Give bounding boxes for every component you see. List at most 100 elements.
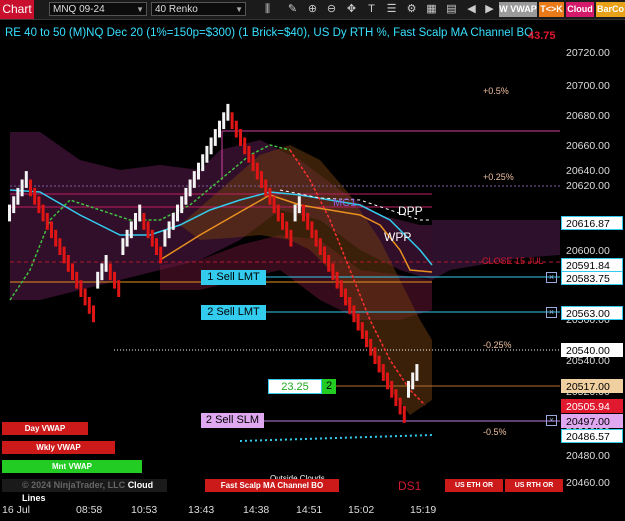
watermark: © 2024 NinjaTrader, LLC bbox=[22, 480, 126, 490]
price-axis[interactable]: 20720.00 20700.00 20680.00 20660.00 20640.00… bbox=[560, 20, 625, 490]
renko-brick bbox=[146, 221, 150, 239]
renko-brick bbox=[188, 179, 192, 197]
price-marker-label: 20517.00 bbox=[561, 379, 623, 393]
renko-brick bbox=[297, 196, 301, 214]
renko-brick bbox=[213, 129, 217, 146]
renko-brick bbox=[251, 154, 255, 172]
renko-brick bbox=[260, 171, 263, 188]
renko-brick bbox=[377, 355, 381, 373]
renko-brick bbox=[37, 196, 41, 214]
cancel-order-1-icon[interactable]: × bbox=[546, 272, 557, 283]
renko-brick bbox=[45, 213, 49, 230]
crosshair-icon[interactable]: ✥ bbox=[344, 2, 359, 17]
properties-icon[interactable]: ☰ bbox=[384, 2, 399, 17]
renko-brick bbox=[222, 112, 226, 130]
renko-brick bbox=[209, 137, 213, 155]
scroll-left-icon[interactable]: ◀ bbox=[464, 2, 479, 17]
renko-brick bbox=[197, 162, 200, 180]
us-rth-or-button[interactable]: US RTH OR bbox=[505, 479, 563, 492]
renko-brick bbox=[323, 246, 326, 264]
price-marker-label: 20583.75 bbox=[561, 271, 623, 285]
chart-menu-button[interactable]: Chart bbox=[0, 0, 34, 19]
wkly-vwap-button[interactable]: Wkly VWAP bbox=[2, 441, 115, 454]
w-vwap-button[interactable]: W VWAP bbox=[499, 2, 537, 17]
renko-brick bbox=[339, 280, 343, 297]
time-axis[interactable]: 16 Jul 08:58 10:53 13:43 14:38 14:51 15:02 15:1… bbox=[0, 498, 560, 521]
mnt-vwap-button[interactable]: Mnt VWAP bbox=[2, 460, 142, 473]
renko-brick bbox=[83, 288, 87, 306]
renko-brick bbox=[314, 229, 318, 247]
cancel-order-2-icon[interactable]: × bbox=[546, 307, 557, 318]
renko-brick bbox=[163, 229, 167, 247]
us-eth-or-button[interactable]: US ETH OR bbox=[445, 479, 503, 492]
price-marker-label: 20616.87 bbox=[561, 216, 623, 230]
barcolor-button[interactable]: BarCo bbox=[596, 2, 625, 17]
day-vwap-button[interactable]: Day VWAP bbox=[2, 422, 88, 435]
price-tick-label: 20700.00 bbox=[566, 80, 610, 92]
fast-scalp-button[interactable]: Fast Scalp MA Channel BO bbox=[205, 479, 339, 492]
templates-icon[interactable]: ▤ bbox=[444, 2, 459, 17]
zoom-out-icon[interactable]: ⊖ bbox=[324, 2, 339, 17]
renko-brick bbox=[226, 103, 230, 121]
cancel-order-3-icon[interactable]: × bbox=[546, 415, 557, 426]
renko-brick bbox=[62, 246, 66, 264]
renko-brick bbox=[100, 263, 104, 281]
time-tick-label: 08:58 bbox=[76, 504, 103, 516]
renko-brick bbox=[75, 271, 79, 289]
price-tick-label: 20600.00 bbox=[566, 245, 610, 257]
position-qty-tag[interactable]: 2 bbox=[322, 379, 336, 394]
renko-brick bbox=[398, 397, 402, 415]
renko-brick bbox=[155, 238, 158, 255]
renko-brick bbox=[205, 145, 209, 163]
renko-brick bbox=[125, 229, 129, 247]
text-tool-icon[interactable]: T bbox=[364, 2, 379, 17]
minus-025-label: -0.25% bbox=[483, 340, 512, 350]
cloud-lines-button[interactable]: © 2024 NinjaTrader, LLC Cloud Lines bbox=[2, 479, 167, 503]
time-tick-label: 15:19 bbox=[410, 504, 437, 516]
renko-brick bbox=[117, 280, 121, 297]
price-tick-label: 20460.00 bbox=[566, 477, 610, 489]
strategy-icon[interactable]: ⚙ bbox=[404, 2, 419, 17]
renko-brick bbox=[281, 213, 284, 230]
renko-brick bbox=[369, 338, 373, 356]
renko-brick bbox=[344, 288, 347, 306]
renko-brick bbox=[243, 137, 247, 155]
renko-brick bbox=[159, 246, 163, 264]
sell-limit-2-order[interactable]: 2 Sell LMT bbox=[201, 305, 266, 320]
price-marker-label: 20540.00 bbox=[561, 343, 623, 357]
data-series-icon[interactable]: ⫼ bbox=[260, 2, 275, 17]
close-15-jul-label: CLOSE 15 JUL bbox=[482, 256, 544, 266]
renko-brick bbox=[373, 347, 377, 365]
price-marker-label: 20563.00 bbox=[561, 306, 623, 320]
scroll-right-icon[interactable]: ▶ bbox=[482, 2, 497, 17]
renko-brick bbox=[289, 229, 293, 247]
price-marker-label: 20505.94 bbox=[561, 399, 623, 413]
sell-limit-1-order[interactable]: 1 Sell LMT bbox=[201, 270, 266, 285]
draw-tools-icon[interactable]: ✎ bbox=[285, 2, 300, 17]
renko-brick bbox=[306, 213, 310, 230]
renko-brick bbox=[218, 120, 221, 138]
renko-brick bbox=[272, 196, 276, 214]
instrument-selector[interactable]: MNQ 09-24 ▼ bbox=[49, 2, 147, 16]
renko-brick bbox=[12, 196, 16, 214]
bar-type-value: 40 Renko bbox=[155, 4, 198, 15]
chart-trader-icon[interactable]: ▦ bbox=[424, 2, 439, 17]
renko-brick bbox=[176, 204, 179, 222]
cloud-button[interactable]: Cloud bbox=[566, 2, 594, 17]
position-price-tag[interactable]: 23.25 bbox=[268, 379, 322, 394]
renko-brick bbox=[407, 380, 410, 398]
tk-button[interactable]: T<>K bbox=[539, 2, 564, 17]
renko-brick bbox=[142, 213, 146, 230]
renko-brick bbox=[108, 263, 112, 281]
renko-brick bbox=[335, 271, 339, 289]
renko-brick bbox=[201, 154, 205, 172]
zoom-in-icon[interactable]: ⊕ bbox=[305, 2, 320, 17]
price-marker-label: 20497.00 bbox=[561, 414, 623, 428]
sell-stop-order[interactable]: 2 Sell SLM bbox=[201, 413, 264, 428]
renko-brick bbox=[247, 145, 251, 163]
renko-brick bbox=[415, 364, 419, 381]
renko-brick bbox=[402, 406, 406, 423]
renko-brick bbox=[167, 221, 171, 239]
bar-type-selector[interactable]: 40 Renko ▼ bbox=[151, 2, 246, 16]
renko-brick bbox=[121, 238, 125, 255]
